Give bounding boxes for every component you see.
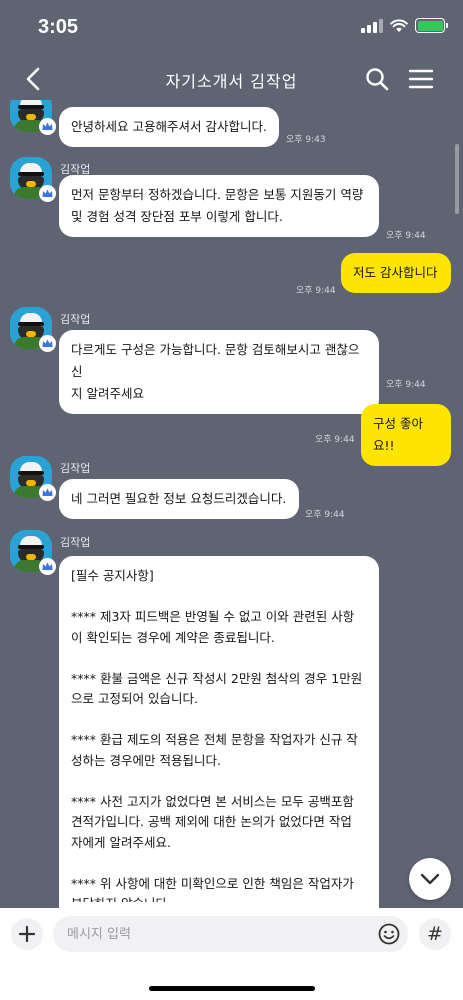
status-icons	[361, 18, 448, 33]
home-indicator	[149, 986, 315, 991]
message-bubble: 네 그러면 필요한 정보 요청드리겠습니다.	[59, 479, 299, 519]
chat-title: 자기소개서 김작업	[165, 72, 298, 91]
plus-icon	[18, 925, 36, 943]
avatar[interactable]	[10, 157, 56, 202]
avatar[interactable]	[10, 456, 56, 501]
scroll-to-bottom-button[interactable]	[409, 858, 451, 900]
message-bubble: 다르게도 구성은 가능합니다. 문항 검토해보시고 괜찮으신 지 알려주세요	[59, 330, 379, 414]
hamburger-menu-icon	[408, 69, 434, 89]
cellular-signal-icon	[361, 18, 383, 33]
message-time: 오후 9:44	[296, 286, 336, 296]
crown-icon	[39, 484, 56, 501]
sender-name: 김작업	[60, 313, 91, 326]
chat-messages[interactable]: 안녕하세요 고용해주셔서 감사합니다. 오후 9:43 김작업 먼저 문항부터 …	[0, 100, 463, 908]
avatar[interactable]	[10, 307, 56, 352]
search-button[interactable]	[363, 65, 391, 93]
message-time: 오후 9:44	[305, 510, 345, 520]
message-time: 오후 9:44	[386, 231, 426, 241]
menu-button[interactable]	[407, 65, 435, 93]
chat-header: 자기소개서 김작업	[0, 58, 463, 100]
crown-icon	[39, 558, 56, 575]
avatar[interactable]	[10, 100, 56, 135]
emoji-icon	[378, 923, 400, 945]
battery-icon	[415, 18, 448, 33]
avatar[interactable]	[10, 530, 56, 575]
crown-icon	[39, 185, 56, 202]
hashtag-button[interactable]: #	[419, 918, 451, 950]
message-input[interactable]	[67, 926, 347, 942]
notice-message-bubble: [필수 공지사항] **** 제3자 피드백은 반영될 수 없고 이와 관련된 …	[59, 556, 379, 908]
sender-name: 김작업	[60, 462, 91, 475]
chevron-down-icon	[420, 873, 440, 885]
status-time: 3:05	[38, 16, 79, 38]
message-time: 오후 9:43	[286, 135, 326, 145]
search-icon	[366, 68, 389, 91]
sender-name: 김작업	[60, 536, 91, 549]
scrollbar[interactable]	[455, 144, 459, 214]
emoji-button[interactable]	[378, 923, 400, 945]
message-bubble: 안녕하세요 고용해주셔서 감사합니다.	[59, 107, 279, 147]
message-time: 오후 9:44	[386, 380, 426, 390]
message-time: 오후 9:44	[315, 435, 355, 445]
message-bubble: 먼저 문항부터 정하겠습니다. 문항은 보통 지원동기 역량 및 경험 성격 장…	[59, 175, 379, 237]
my-message-bubble: 구성 좋아요!!	[361, 404, 451, 466]
message-input-field[interactable]	[53, 916, 408, 952]
crown-icon	[39, 118, 56, 135]
message-input-bar: #	[0, 908, 463, 1000]
my-message-bubble: 저도 감사합니다	[341, 253, 451, 293]
crown-icon	[39, 335, 56, 352]
wifi-icon	[390, 18, 408, 32]
status-bar: 3:05	[0, 0, 463, 58]
attach-button[interactable]	[11, 918, 43, 950]
